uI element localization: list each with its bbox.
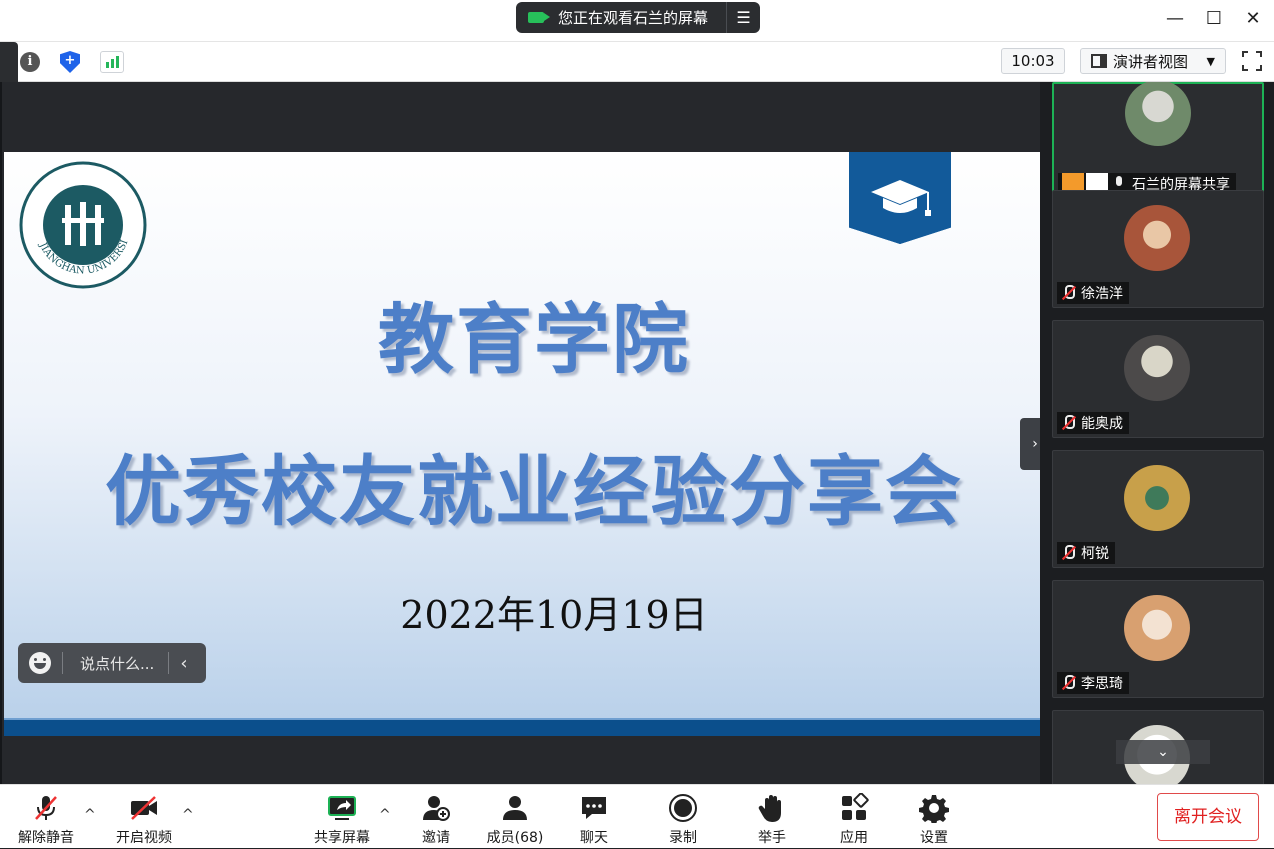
participant-tile[interactable]: 徐浩洋	[1052, 190, 1264, 308]
participant-tile[interactable]: 能奥成	[1052, 320, 1264, 438]
participant-tile[interactable]: 李思琦	[1052, 580, 1264, 698]
slide-footer-bar	[4, 718, 1042, 736]
settings-label: 设置	[920, 830, 948, 846]
network-signal-icon[interactable]	[100, 51, 124, 73]
microphone-muted-icon	[1061, 285, 1075, 301]
screen-share-banner[interactable]: 您正在观看石兰的屏幕 ☰	[516, 2, 760, 33]
minimize-button[interactable]: —	[1160, 8, 1190, 29]
participant-name: 柯锐	[1081, 546, 1109, 562]
start-video-label: 开启视频	[116, 830, 172, 846]
chevron-down-icon: ▼	[1206, 54, 1215, 68]
invite-button[interactable]: 邀请	[406, 785, 466, 849]
microphone-muted-icon	[1061, 675, 1075, 691]
add-user-icon	[423, 796, 450, 821]
meeting-control-bar: 解除静音 ^ 开启视频 ^ 共享屏幕 ^ 邀请 成员(68) 聊天 录制 举手 …	[0, 784, 1274, 848]
side-tab-handle[interactable]	[0, 42, 18, 87]
microphone-muted-icon	[1061, 545, 1075, 561]
participant-gallery: 石兰的屏幕共享 徐浩洋 能奥成 柯锐 李思琦	[1040, 82, 1274, 784]
video-off-icon	[131, 796, 157, 820]
scroll-down-button[interactable]: ⌄	[1116, 740, 1210, 764]
participant-name-tag: 柯锐	[1057, 542, 1115, 564]
raise-hand-icon	[758, 795, 781, 822]
video-camera-icon	[528, 12, 550, 23]
chevron-right-icon: ›	[1032, 436, 1038, 452]
participant-name: 能奥成	[1081, 416, 1123, 432]
meeting-timer: 10:03	[1001, 48, 1065, 74]
participant-name-tag: 能奥成	[1057, 412, 1129, 434]
emoji-icon[interactable]	[29, 652, 51, 674]
chevron-left-icon[interactable]: ‹	[180, 653, 187, 674]
participant-name-tag: 李思琦	[1057, 672, 1129, 694]
slide-date: 2022年10月19日	[400, 593, 708, 637]
video-options-caret[interactable]: ^	[182, 807, 194, 823]
share-options-caret[interactable]: ^	[379, 807, 391, 823]
share-screen-icon	[328, 796, 356, 820]
record-button[interactable]: 录制	[653, 785, 713, 849]
slide-subtitle: 优秀校友就业经验分享会	[105, 447, 963, 536]
leave-meeting-button[interactable]: 离开会议	[1157, 793, 1259, 841]
settings-button[interactable]: 设置	[904, 785, 964, 849]
share-screen-button[interactable]: 共享屏幕	[310, 785, 374, 849]
info-icon[interactable]: i	[20, 52, 40, 72]
microphone-muted-icon	[1061, 415, 1075, 431]
divider	[62, 652, 63, 674]
share-banner-text: 您正在观看石兰的屏幕	[558, 9, 709, 27]
microphone-muted-icon	[35, 796, 57, 820]
chat-label: 聊天	[580, 830, 608, 846]
participant-name: 徐浩洋	[1081, 286, 1123, 302]
audio-options-caret[interactable]: ^	[84, 807, 96, 823]
apps-label: 应用	[840, 830, 868, 846]
security-shield-icon[interactable]: +	[60, 51, 80, 73]
members-label: 成员(68)	[486, 830, 544, 846]
record-icon	[669, 794, 697, 822]
share-screen-label: 共享屏幕	[314, 830, 370, 846]
avatar	[1125, 82, 1191, 146]
fullscreen-icon[interactable]	[1241, 50, 1263, 72]
unmute-button[interactable]: 解除静音	[14, 785, 78, 849]
chat-bubble-icon	[582, 797, 606, 819]
record-label: 录制	[669, 830, 697, 846]
slide-title: 教育学院	[378, 295, 690, 384]
gear-icon	[919, 795, 949, 823]
maximize-button[interactable]: ☐	[1199, 8, 1229, 29]
graduation-cap-icon	[849, 152, 951, 244]
participant-tile[interactable]: 石兰的屏幕共享	[1052, 82, 1264, 200]
view-mode-label: 演讲者视图	[1113, 52, 1189, 71]
apps-grid-icon	[842, 793, 869, 820]
participant-name: 李思琦	[1081, 676, 1123, 692]
meeting-info-bar: i + 10:03 演讲者视图 ▼	[0, 42, 1274, 87]
close-button[interactable]: ✕	[1238, 8, 1268, 29]
quick-chat-bar[interactable]: 说点什么... ‹	[18, 643, 206, 683]
avatar	[1124, 595, 1190, 661]
raise-hand-label: 举手	[758, 830, 786, 846]
title-bar: 您正在观看石兰的屏幕 ☰ — ☐ ✕	[0, 0, 1274, 42]
view-mode-dropdown[interactable]: 演讲者视图 ▼	[1080, 48, 1226, 74]
unmute-label: 解除静音	[18, 830, 74, 846]
apps-button[interactable]: 应用	[824, 785, 884, 849]
start-video-button[interactable]: 开启视频	[112, 785, 176, 849]
university-logo: JIANGHAN UNIVERSITY	[18, 160, 147, 289]
participant-name-tag: 徐浩洋	[1057, 282, 1129, 304]
share-menu-icon[interactable]: ☰	[726, 2, 760, 33]
avatar	[1124, 335, 1190, 401]
members-icon	[503, 796, 527, 820]
members-button[interactable]: 成员(68)	[480, 785, 550, 849]
chat-button[interactable]: 聊天	[564, 785, 624, 849]
chat-input-placeholder[interactable]: 说点什么...	[80, 653, 154, 674]
raise-hand-button[interactable]: 举手	[742, 785, 802, 849]
avatar	[1124, 205, 1190, 271]
avatar	[1124, 465, 1190, 531]
invite-label: 邀请	[422, 830, 450, 846]
participant-tile[interactable]: 柯锐	[1052, 450, 1264, 568]
divider	[168, 652, 170, 674]
speaker-view-icon	[1091, 54, 1107, 68]
